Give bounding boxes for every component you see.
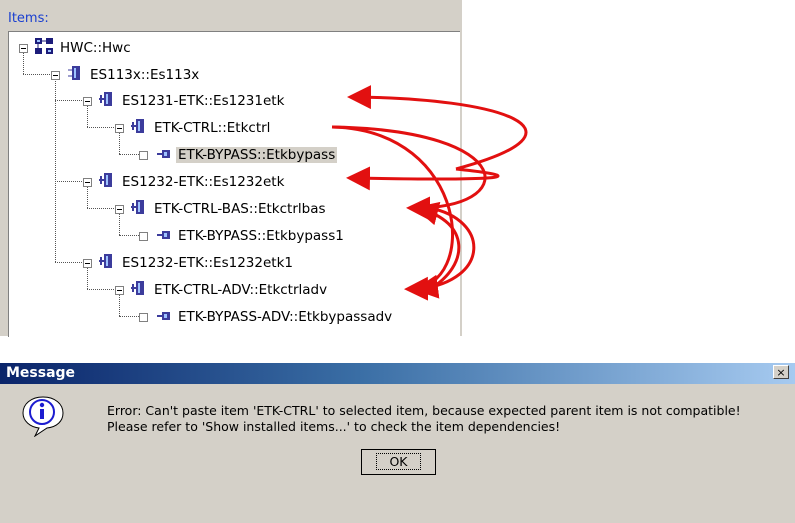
ok-button-label: OK [376, 453, 421, 470]
module-icon [131, 280, 147, 300]
hardware-root-icon [35, 38, 53, 58]
items-label: Items: [8, 11, 49, 26]
module-icon [131, 199, 147, 219]
collapse-toggle[interactable] [115, 285, 124, 295]
tree-item-es1232-1[interactable]: ES1232-ETK::Es1232etk1 [83, 253, 295, 273]
collapse-toggle[interactable] [115, 204, 124, 214]
ok-button[interactable]: OK [361, 449, 436, 475]
close-button[interactable]: × [773, 365, 789, 379]
tree-item-etk-bypass1[interactable]: ETK-BYPASS::Etkbypass1 [139, 226, 346, 246]
leaf-box [139, 312, 148, 322]
tree-item-es1232[interactable]: ES1232-ETK::Es1232etk [83, 172, 286, 192]
collapse-toggle[interactable] [19, 43, 28, 53]
collapse-toggle[interactable] [83, 177, 92, 187]
leaf-module-icon [157, 308, 171, 327]
tree-item-label: ETK-CTRL-ADV::Etkctrladv [154, 282, 328, 298]
collapse-toggle[interactable] [83, 96, 92, 106]
tree-item-label: ETK-BYPASS-ADV::Etkbypassadv [178, 309, 393, 325]
tree-item-es1231[interactable]: ES1231-ETK::Es1231etk [83, 91, 286, 111]
tree-item-label: ETK-CTRL::Etkctrl [154, 120, 271, 136]
tree-item-label: ES1232-ETK::Es1232etk [122, 174, 285, 190]
message-dialog: Message × Error: Can't paste item 'ETK-C… [0, 363, 795, 523]
items-panel: Items: HWC::Hwc ES113x::Es113x ES1231-ET… [0, 0, 462, 337]
tree-item-label: HWC::Hwc [60, 40, 131, 56]
tree-item-label: ETK-CTRL-BAS::Etkctrlbas [154, 201, 326, 217]
module-icon [99, 172, 115, 192]
items-tree[interactable]: HWC::Hwc ES113x::Es113x ES1231-ETK::Es12… [8, 31, 460, 337]
module-icon [67, 65, 83, 85]
dialog-titlebar[interactable]: Message × [0, 363, 795, 384]
tree-item-etk-bypass-adv[interactable]: ETK-BYPASS-ADV::Etkbypassadv [139, 307, 394, 327]
tree-item-label-selected: ETK-BYPASS::Etkbypass [176, 147, 338, 163]
leaf-module-icon [157, 146, 171, 165]
tree-item-label: ES1231-ETK::Es1231etk [122, 93, 285, 109]
tree-item-label: ETK-BYPASS::Etkbypass1 [178, 228, 344, 244]
tree-item-etk-ctrl-adv[interactable]: ETK-CTRL-ADV::Etkctrladv [115, 280, 329, 300]
info-icon [22, 396, 64, 437]
dialog-title: Message [6, 365, 76, 381]
tree-item-etk-ctrl[interactable]: ETK-CTRL::Etkctrl [115, 118, 272, 138]
leaf-module-icon [157, 227, 171, 246]
module-icon [99, 253, 115, 273]
module-icon [131, 118, 147, 138]
tree-item-etk-bypass[interactable]: ETK-BYPASS::Etkbypass [139, 145, 338, 165]
leaf-box [139, 231, 148, 241]
leaf-box [139, 150, 148, 160]
collapse-toggle[interactable] [51, 70, 60, 80]
tree-item-hwc[interactable]: HWC::Hwc [19, 38, 133, 58]
module-icon [99, 91, 115, 111]
collapse-toggle[interactable] [83, 258, 92, 268]
collapse-toggle[interactable] [115, 123, 124, 133]
tree-item-label: ES113x::Es113x [90, 67, 200, 83]
tree-item-es113x[interactable]: ES113x::Es113x [51, 65, 201, 85]
error-message-line1: Error: Can't paste item 'ETK-CTRL' to se… [107, 403, 741, 418]
tree-item-etk-ctrl-bas[interactable]: ETK-CTRL-BAS::Etkctrlbas [115, 199, 328, 219]
tree-item-label: ES1232-ETK::Es1232etk1 [122, 255, 293, 271]
error-message-line2: Please refer to 'Show installed items...… [107, 419, 561, 434]
